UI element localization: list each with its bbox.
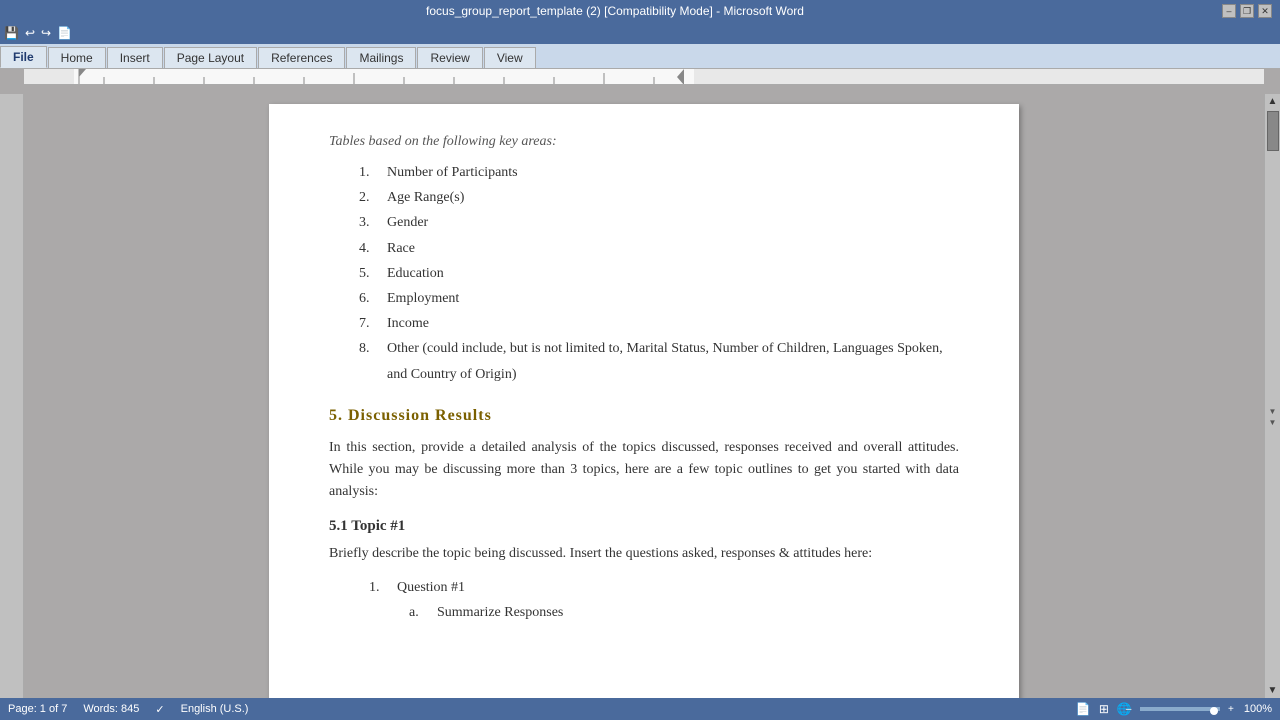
quick-access-toolbar: 💾 ↩ ↪ 📄: [0, 22, 1280, 44]
view-icon-fullscreen[interactable]: ⊞: [1099, 702, 1109, 716]
maximize-button[interactable]: ❐: [1240, 4, 1254, 18]
page-scroll-btn[interactable]: ▼: [1268, 417, 1278, 428]
scroll-down-section[interactable]: ▼ ▼: [1268, 406, 1278, 428]
list-num: 3.: [359, 210, 379, 235]
list-item: 2. Age Range(s): [359, 185, 959, 210]
list-num: 1.: [369, 575, 389, 600]
tab-page-layout[interactable]: Page Layout: [164, 47, 257, 68]
tab-home[interactable]: Home: [48, 47, 106, 68]
ribbon: File Home Insert Page Layout References …: [0, 44, 1280, 69]
new-doc-icon[interactable]: 📄: [57, 26, 72, 41]
tab-insert[interactable]: Insert: [107, 47, 163, 68]
language-status: English (U.S.): [181, 703, 249, 715]
title-bar: focus_group_report_template (2) [Compati…: [0, 0, 1280, 22]
save-icon[interactable]: 💾: [4, 26, 19, 41]
page: Tables based on the following key areas:…: [269, 104, 1019, 698]
document-area: Tables based on the following key areas:…: [24, 94, 1264, 698]
list-num: 7.: [359, 311, 379, 336]
list-item: 6. Employment: [359, 286, 959, 311]
list-text: Other (could include, but is not limited…: [387, 336, 959, 386]
tab-file[interactable]: File: [0, 46, 47, 68]
undo-icon[interactable]: ↩: [25, 26, 35, 41]
list-item: 4. Race: [359, 236, 959, 261]
list-item: 7. Income: [359, 311, 959, 336]
ruler-scale: [24, 69, 1264, 84]
list-text: Question #1: [397, 575, 465, 600]
scroll-up-button[interactable]: ▲: [1266, 94, 1280, 109]
list-text: Summarize Responses: [437, 600, 563, 625]
spell-check-icon[interactable]: ✓: [155, 703, 164, 716]
question-list: 1. Question #1: [369, 575, 959, 600]
word-count: Words: 845: [83, 703, 139, 715]
response-list: a. Summarize Responses: [409, 600, 959, 625]
tab-references[interactable]: References: [258, 47, 345, 68]
page-status: Page: 1 of 7: [8, 703, 67, 715]
list-item: 3. Gender: [359, 210, 959, 235]
key-areas-list: 1. Number of Participants 2. Age Range(s…: [359, 160, 959, 387]
zoom-percent: 100%: [1244, 703, 1272, 715]
status-bar: Page: 1 of 7 Words: 845 ✓ English (U.S.)…: [0, 698, 1280, 720]
zoom-plus[interactable]: +: [1228, 704, 1234, 715]
section51-heading: 5.1 Topic #1: [329, 518, 959, 535]
list-num: 1.: [359, 160, 379, 185]
list-item: 1. Number of Participants: [359, 160, 959, 185]
tab-mailings[interactable]: Mailings: [346, 47, 416, 68]
section5-heading: 5. Discussion Results: [329, 407, 959, 425]
tab-review[interactable]: Review: [417, 47, 482, 68]
section-scroll-btn[interactable]: ▼: [1268, 406, 1278, 417]
section51-text: Briefly describe the topic being discuss…: [329, 543, 959, 565]
view-icon-print[interactable]: 📄: [1076, 702, 1091, 716]
list-num: 6.: [359, 286, 379, 311]
tab-view[interactable]: View: [484, 47, 536, 68]
list-num: 4.: [359, 236, 379, 261]
zoom-minus[interactable]: –: [1126, 704, 1132, 715]
list-text: Gender: [387, 210, 428, 235]
window-controls[interactable]: – ❐ ✕: [1222, 4, 1272, 18]
right-scrollbar[interactable]: ▲ ▼ ▼ ▼: [1264, 94, 1280, 698]
list-num: a.: [409, 600, 429, 625]
ruler: [24, 69, 1264, 85]
list-text: Race: [387, 236, 415, 261]
status-right: 📄 ⊞ 🌐 – + 100%: [1076, 702, 1272, 716]
list-num: 8.: [359, 336, 379, 361]
list-item: a. Summarize Responses: [409, 600, 959, 625]
redo-icon[interactable]: ↪: [41, 26, 51, 41]
left-panel: [0, 94, 24, 698]
list-text: Age Range(s): [387, 185, 464, 210]
intro-text: Tables based on the following key areas:: [329, 134, 959, 150]
minimize-button[interactable]: –: [1222, 4, 1236, 18]
list-text: Number of Participants: [387, 160, 518, 185]
list-text: Employment: [387, 286, 459, 311]
ribbon-tabs: File Home Insert Page Layout References …: [0, 44, 1280, 68]
section5-text: In this section, provide a detailed anal…: [329, 437, 959, 504]
list-item: 1. Question #1: [369, 575, 959, 600]
window-title: focus_group_report_template (2) [Compati…: [8, 4, 1222, 18]
scroll-thumb[interactable]: [1267, 111, 1279, 151]
list-item: 8. Other (could include, but is not limi…: [359, 336, 959, 386]
close-button[interactable]: ✕: [1258, 4, 1272, 18]
list-item: 5. Education: [359, 261, 959, 286]
zoom-thumb[interactable]: [1210, 707, 1218, 715]
ruler-marks: [24, 69, 1264, 84]
list-text: Education: [387, 261, 444, 286]
list-num: 5.: [359, 261, 379, 286]
list-text: Income: [387, 311, 429, 336]
zoom-slider[interactable]: – +: [1140, 707, 1220, 711]
list-num: 2.: [359, 185, 379, 210]
scroll-down-button[interactable]: ▼: [1266, 683, 1280, 698]
